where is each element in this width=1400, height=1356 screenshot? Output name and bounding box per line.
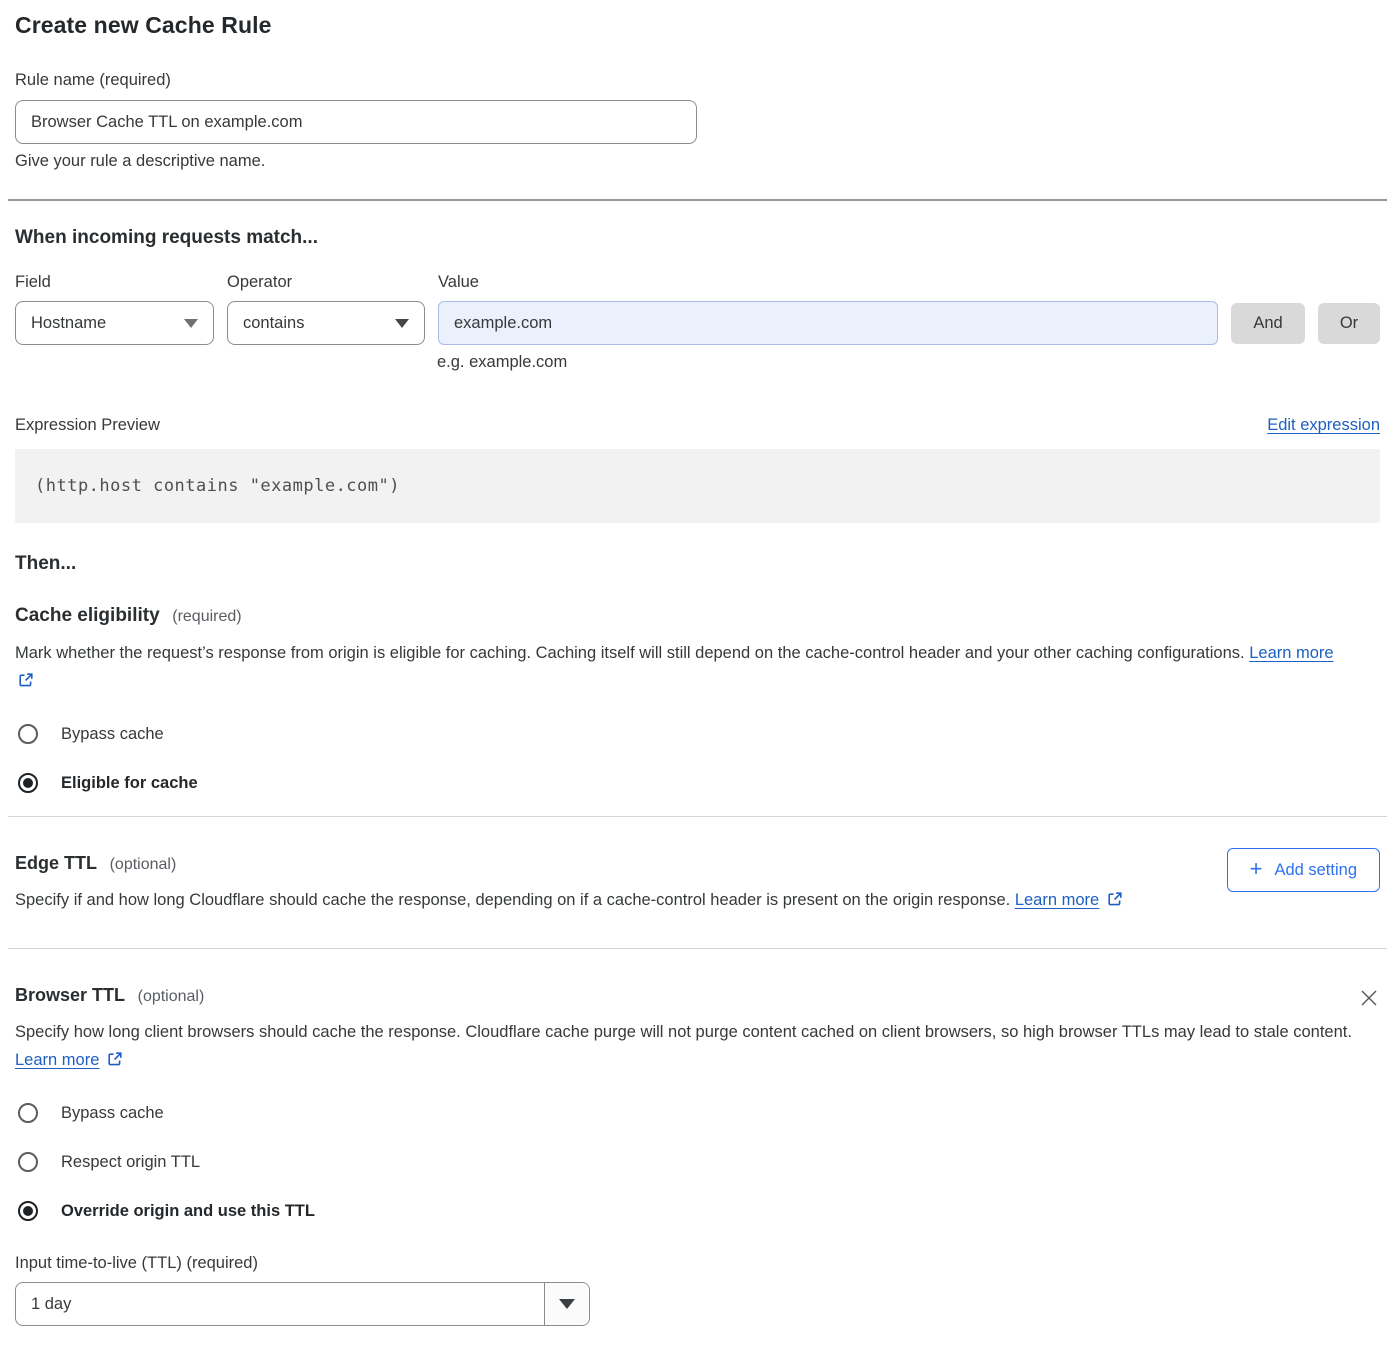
learn-more-link[interactable]: Learn more <box>1249 644 1333 662</box>
learn-more-link[interactable]: Learn more <box>15 1051 99 1069</box>
optional-tag: (optional) <box>138 988 205 1005</box>
value-label: Value <box>438 273 1218 292</box>
rule-name-input[interactable] <box>15 100 697 144</box>
radio-label[interactable]: Bypass cache <box>61 725 164 744</box>
radio-option-bypass-cache[interactable]: Bypass cache <box>15 724 1380 744</box>
radio-icon[interactable] <box>18 1152 38 1172</box>
radio-option-respect-origin-ttl[interactable]: Respect origin TTL <box>15 1152 1380 1172</box>
cache-eligibility-title: Cache eligibility <box>15 605 160 626</box>
expression-code: (http.host contains "example.com") <box>35 476 400 496</box>
remove-browser-ttl-button[interactable] <box>1358 987 1380 1012</box>
create-cache-rule-form: Create new Cache Rule Rule name (require… <box>0 0 1400 1356</box>
chevron-down-icon <box>559 1299 575 1309</box>
radio-selected-icon[interactable] <box>18 1201 38 1221</box>
page-title: Create new Cache Rule <box>15 12 1380 39</box>
description-text: Mark whether the request’s response from… <box>15 644 1245 662</box>
value-input[interactable] <box>438 301 1218 345</box>
description-text: Specify if and how long Cloudflare shoul… <box>15 891 1010 909</box>
edge-ttl-description: Specify if and how long Cloudflare shoul… <box>15 886 1123 914</box>
radio-icon[interactable] <box>18 724 38 744</box>
required-tag: (required) <box>172 608 241 625</box>
expression-preview-label: Expression Preview <box>15 416 160 435</box>
close-icon <box>1360 989 1378 1007</box>
or-button[interactable]: Or <box>1318 303 1380 344</box>
operator-select[interactable]: contains <box>227 301 425 345</box>
cache-eligibility-description: Mark whether the request’s response from… <box>15 639 1355 695</box>
external-link-icon <box>1107 891 1123 907</box>
match-builder: Field Operator Value Hostname contains A… <box>15 273 1380 345</box>
operator-label: Operator <box>227 273 425 292</box>
chevron-down-icon <box>184 319 198 328</box>
chevron-down-icon <box>395 319 409 328</box>
field-select[interactable]: Hostname <box>15 301 214 345</box>
external-link-icon <box>107 1051 123 1067</box>
radio-label[interactable]: Bypass cache <box>61 1104 164 1123</box>
radio-option-bypass-cache-browser[interactable]: Bypass cache <box>15 1103 1380 1123</box>
then-heading: Then... <box>15 553 1380 575</box>
ttl-input-label: Input time-to-live (TTL) (required) <box>15 1254 1380 1273</box>
expression-preview-box: (http.host contains "example.com") <box>15 449 1380 523</box>
radio-selected-icon[interactable] <box>18 773 38 793</box>
edit-expression-link[interactable]: Edit expression <box>1267 416 1380 435</box>
value-helper: e.g. example.com <box>437 353 1380 372</box>
external-link-icon <box>18 672 34 688</box>
optional-tag: (optional) <box>110 856 177 873</box>
divider <box>8 948 1387 949</box>
and-button[interactable]: And <box>1231 303 1305 344</box>
radio-option-override-origin-ttl[interactable]: Override origin and use this TTL <box>15 1201 1380 1221</box>
description-text: Specify how long client browsers should … <box>15 1023 1352 1041</box>
field-select-value: Hostname <box>31 314 106 333</box>
learn-more-label: Learn more <box>15 1051 99 1069</box>
learn-more-label: Learn more <box>1249 644 1333 662</box>
add-setting-button[interactable]: + Add setting <box>1227 848 1380 892</box>
operator-select-value: contains <box>243 314 304 333</box>
rule-name-label: Rule name (required) <box>15 71 1380 90</box>
add-setting-label: Add setting <box>1274 861 1357 880</box>
ttl-select-value: 1 day <box>16 1283 544 1325</box>
edge-ttl-title: Edge TTL <box>15 853 97 873</box>
divider <box>8 199 1387 201</box>
radio-label[interactable]: Eligible for cache <box>61 774 198 793</box>
match-heading: When incoming requests match... <box>15 227 1380 249</box>
rule-name-helper: Give your rule a descriptive name. <box>15 152 1380 171</box>
radio-option-eligible-for-cache[interactable]: Eligible for cache <box>15 773 1380 793</box>
field-label: Field <box>15 273 214 292</box>
learn-more-link[interactable]: Learn more <box>1015 891 1099 909</box>
radio-label[interactable]: Respect origin TTL <box>61 1153 200 1172</box>
divider <box>8 816 1387 817</box>
plus-icon: + <box>1250 858 1263 880</box>
ttl-select-arrow[interactable] <box>544 1283 589 1325</box>
ttl-select[interactable]: 1 day <box>15 1282 590 1326</box>
learn-more-label: Learn more <box>1015 891 1099 909</box>
browser-ttl-description: Specify how long client browsers should … <box>15 1018 1355 1074</box>
radio-icon[interactable] <box>18 1103 38 1123</box>
radio-label[interactable]: Override origin and use this TTL <box>61 1202 315 1221</box>
browser-ttl-title: Browser TTL <box>15 985 125 1005</box>
